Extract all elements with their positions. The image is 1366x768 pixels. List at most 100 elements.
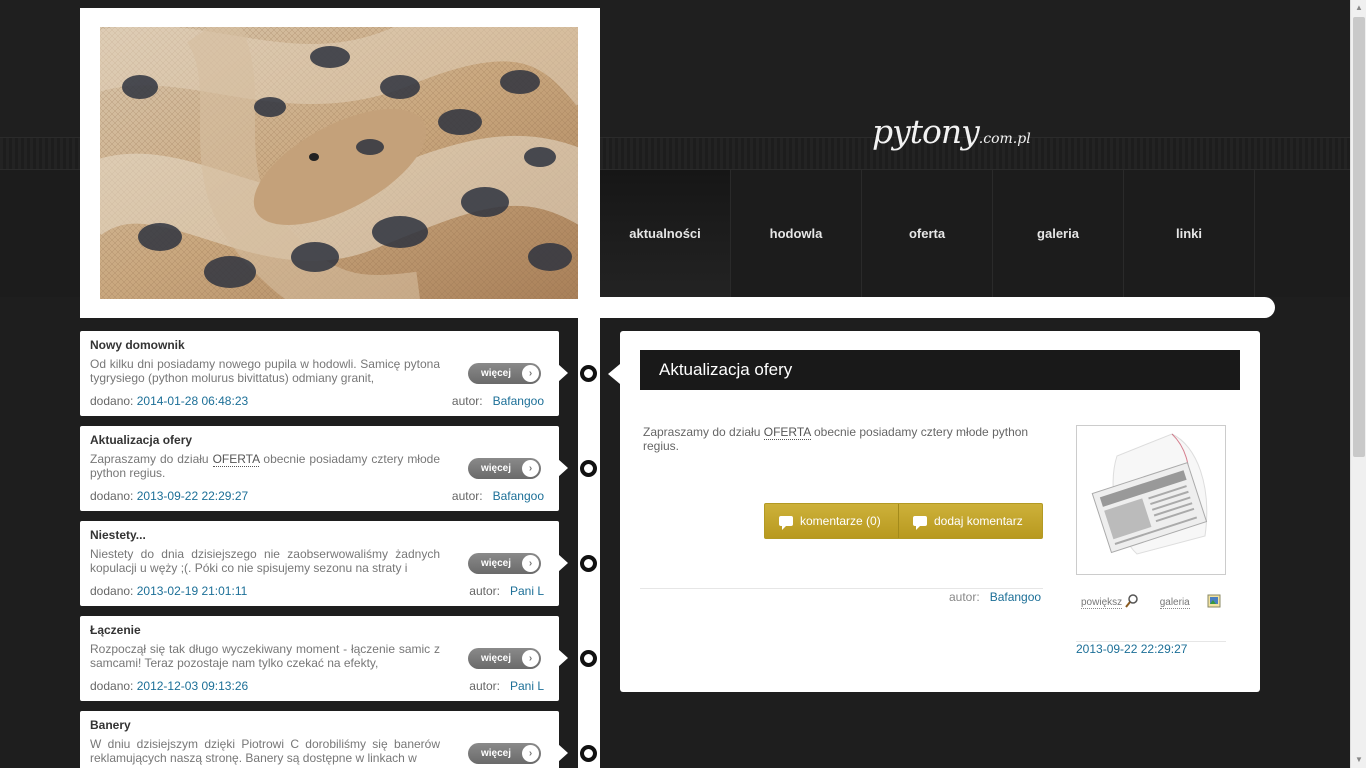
scroll-down-icon[interactable]: ▼ — [1351, 752, 1366, 768]
more-button[interactable]: więcej › — [468, 648, 541, 669]
newspaper-thumbnail[interactable] — [1076, 425, 1226, 575]
date-label: dodano: — [90, 584, 134, 598]
news-meta: dodano: 2013-09-22 22:29:27 autor: Bafang… — [90, 489, 544, 503]
oferta-link[interactable]: OFERTA — [212, 452, 260, 467]
comment-bubble-icon — [779, 516, 793, 530]
more-button-label: więcej — [481, 558, 512, 569]
add-comment-button-label: dodaj komentarz — [934, 514, 1023, 528]
article-date: 2013-09-22 22:29:27 — [1076, 642, 1188, 656]
nav-item-oferta[interactable]: oferta — [862, 170, 993, 297]
divider — [640, 588, 1043, 589]
timeline-dot — [580, 460, 597, 477]
gallery-icon[interactable] — [1207, 594, 1221, 608]
timeline-pointer — [558, 554, 568, 572]
chevron-right-icon: › — [522, 460, 539, 477]
nav-item-hodowla[interactable]: hodowla — [731, 170, 862, 297]
news-excerpt: Zapraszamy do działu OFERTA obecnie posi… — [90, 452, 440, 480]
news-date: 2014-01-28 06:48:23 — [136, 394, 249, 408]
news-title[interactable]: Aktualizacja ofery — [90, 433, 544, 447]
news-title[interactable]: Nowy domownik — [90, 338, 544, 352]
logo-main: pytony — [872, 112, 980, 151]
more-button-label: więcej — [481, 463, 512, 474]
news-meta: dodano: 2013-02-19 21:01:11 autor: Pani L — [90, 584, 544, 598]
timeline-dot — [580, 555, 597, 572]
more-button-label: więcej — [481, 748, 512, 759]
date-label: dodano: — [90, 679, 134, 693]
news-title[interactable]: Niestety... — [90, 528, 544, 542]
nav-item-linki[interactable]: linki — [1124, 170, 1255, 297]
timeline-dot — [580, 650, 597, 667]
chevron-right-icon: › — [522, 650, 539, 667]
news-excerpt: Niestety do dnia dzisiejszego nie zaobse… — [90, 547, 440, 575]
timeline-pointer — [558, 744, 568, 762]
main-nav: aktualności hodowla oferta galeria linki — [600, 170, 1255, 297]
more-button-label: więcej — [481, 368, 512, 379]
timeline-vertical-bar — [578, 318, 600, 768]
news-item[interactable]: Niestety... Niestety do dnia dzisiejszeg… — [80, 521, 559, 606]
timeline-horizontal-bar — [600, 297, 1275, 318]
news-excerpt: Od kilku dni posiadamy nowego pupila w h… — [90, 357, 440, 385]
news-item[interactable]: Aktualizacja ofery Zapraszamy do działu … — [80, 426, 559, 511]
news-item[interactable]: Banery W dniu dzisiejszym dzięki Piotrow… — [80, 711, 559, 768]
news-meta: dodano: 2012-12-03 09:13:26 autor: Pani L — [90, 679, 544, 693]
site-logo[interactable]: pytony.com.pl — [872, 112, 1031, 151]
logo-suffix: .com.pl — [978, 131, 1031, 147]
news-date: 2012-12-03 09:13:26 — [136, 679, 249, 693]
news-meta: dodano: 2014-01-28 06:48:23 autor: Bafang… — [90, 394, 544, 408]
news-title[interactable]: Łączenie — [90, 623, 544, 637]
oferta-link[interactable]: OFERTA — [763, 425, 811, 440]
news-excerpt-pre: Zapraszamy do działu — [90, 452, 213, 466]
author-label: autor: — [469, 584, 500, 598]
comment-button-group: komentarze (0) dodaj komentarz — [764, 503, 1043, 539]
news-author[interactable]: Bafangoo — [493, 394, 544, 408]
magnifier-icon[interactable] — [1125, 594, 1139, 608]
news-date: 2013-02-19 21:01:11 — [136, 584, 248, 598]
date-label: dodano: — [90, 394, 134, 408]
more-button-label: więcej — [481, 653, 512, 664]
timeline-pointer — [558, 459, 568, 477]
news-item[interactable]: Nowy domownik Od kilku dni posiadamy now… — [80, 331, 559, 416]
hero-python-image — [100, 27, 578, 299]
chevron-right-icon: › — [522, 745, 539, 762]
chevron-right-icon: › — [522, 365, 539, 382]
article-author: autor: Bafangoo — [949, 590, 1041, 604]
panel-pointer — [608, 364, 620, 384]
news-author[interactable]: Pani L — [510, 679, 544, 693]
zoom-link[interactable]: powiększ — [1081, 597, 1123, 609]
scroll-thumb[interactable] — [1353, 17, 1365, 457]
news-title[interactable]: Banery — [90, 718, 544, 732]
article-body: Zapraszamy do działu OFERTA obecnie posi… — [643, 425, 1043, 453]
news-excerpt: Rozpoczął się tak długo wyczekiwany mome… — [90, 642, 440, 670]
more-button[interactable]: więcej › — [468, 743, 541, 764]
chevron-right-icon: › — [522, 555, 539, 572]
news-author[interactable]: Bafangoo — [493, 489, 544, 503]
timeline-dot — [580, 365, 597, 382]
comment-bubble-icon — [913, 516, 927, 530]
author-label: autor: — [451, 394, 483, 408]
thumbnail-actions: powiększ galeria — [1081, 594, 1226, 609]
news-author[interactable]: Pani L — [510, 584, 544, 598]
date-label: dodano: — [90, 489, 134, 503]
author-label: autor: — [451, 489, 483, 503]
news-excerpt: W dniu dzisiejszym dzięki Piotrowi C dor… — [90, 737, 440, 765]
article-title: Aktualizacja ofery — [640, 350, 1240, 390]
article-panel: Aktualizacja ofery Zapraszamy do działu … — [620, 331, 1260, 692]
timeline-dot — [580, 745, 597, 762]
timeline-pointer — [558, 364, 568, 382]
more-button[interactable]: więcej › — [468, 363, 541, 384]
nav-item-aktualnosci[interactable]: aktualności — [600, 170, 731, 297]
gallery-link[interactable]: galeria — [1159, 597, 1190, 609]
nav-item-galeria[interactable]: galeria — [993, 170, 1124, 297]
scroll-up-icon[interactable]: ▲ — [1351, 0, 1366, 16]
more-button[interactable]: więcej › — [468, 458, 541, 479]
add-comment-button[interactable]: dodaj komentarz — [898, 504, 1042, 538]
author-label: autor: — [949, 590, 980, 604]
comments-button-label: komentarze (0) — [800, 514, 881, 528]
author-name[interactable]: Bafangoo — [990, 590, 1041, 604]
page-scrollbar[interactable]: ▲ ▼ — [1350, 0, 1366, 768]
news-item[interactable]: Łączenie Rozpoczął się tak długo wyczeki… — [80, 616, 559, 701]
more-button[interactable]: więcej › — [468, 553, 541, 574]
timeline-pointer — [558, 649, 568, 667]
comments-button[interactable]: komentarze (0) — [765, 504, 898, 538]
article-body-pre: Zapraszamy do działu — [643, 425, 764, 439]
